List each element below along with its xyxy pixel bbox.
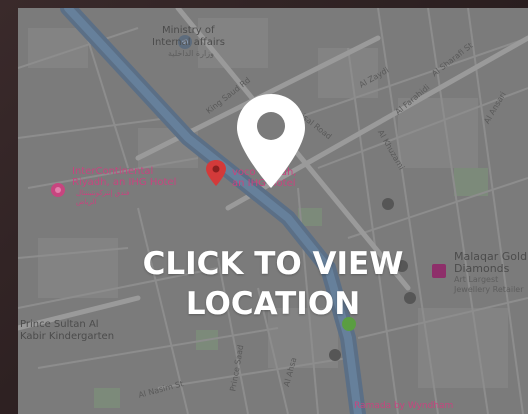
page-frame: Ministry of Internal affairs وزارة الداخ…: [0, 0, 528, 414]
cta-line-1: CLICK TO VIEW: [142, 246, 404, 282]
label-intercontinental-ar-1: فندق إنتركونتيننتال: [76, 189, 130, 197]
label-intercontinental-ar-2: الرياض: [76, 198, 97, 206]
label-ministry: Ministry of: [162, 25, 215, 36]
label-ministry-2: Internal affairs: [152, 37, 225, 48]
label-ramada: Ramada by Wyndham: [354, 401, 454, 411]
cta-line-2: LOCATION: [185, 286, 361, 322]
map-base: [18, 8, 528, 414]
label-ministry-ar: وزارة الداخلية: [168, 49, 214, 58]
label-prince-2: Kabir Kindergarten: [20, 331, 115, 342]
label-intercontinental-1: InterContinental: [72, 166, 154, 177]
view-location-button[interactable]: CLICK TO VIEW LOCATION: [18, 244, 528, 324]
label-intercontinental-2: Riyadh, an IHG Hotel: [72, 177, 177, 188]
map-view[interactable]: Ministry of Internal affairs وزارة الداخ…: [18, 8, 528, 414]
location-pin-icon[interactable]: [234, 92, 308, 194]
